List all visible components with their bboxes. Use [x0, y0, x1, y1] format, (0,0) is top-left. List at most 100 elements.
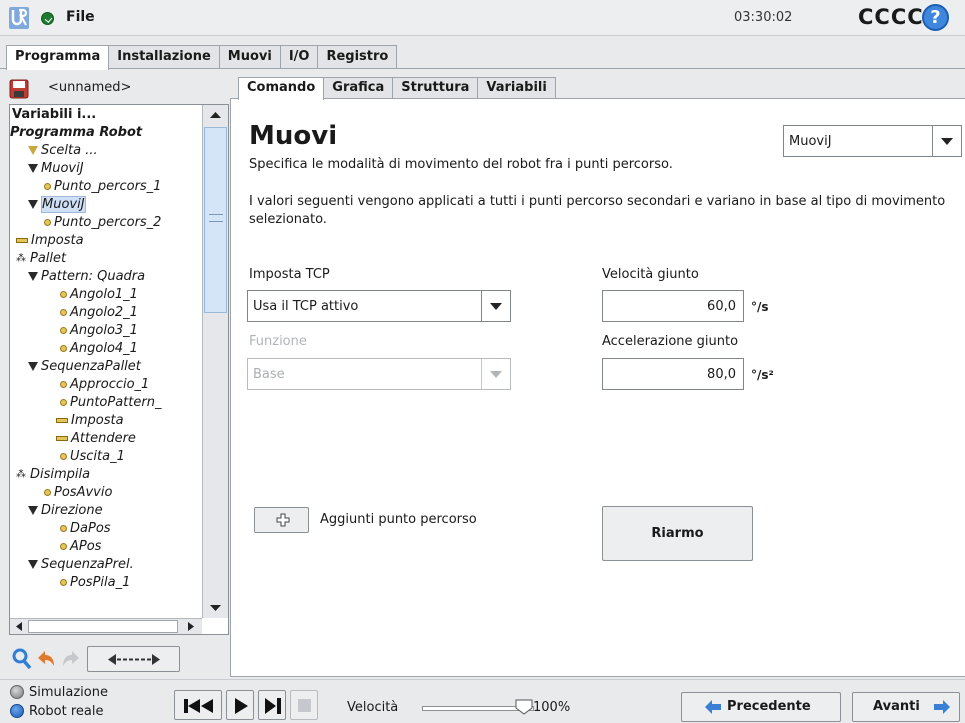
real-robot-label: Robot reale	[29, 704, 104, 719]
next-button[interactable]: Avanti	[852, 692, 960, 722]
waypoint-icon	[60, 291, 67, 298]
tcp-select[interactable]: Usa il TCP attivo	[247, 290, 511, 322]
joint-speed-field[interactable]: 60,0	[602, 290, 744, 322]
tree-node-imposta[interactable]: Imposta	[16, 232, 84, 250]
search-icon[interactable]	[11, 646, 33, 672]
tree-node-imposta-2[interactable]: Imposta	[56, 412, 124, 430]
simulation-radio-icon[interactable]	[10, 685, 24, 699]
scroll-thumb[interactable]	[204, 127, 227, 313]
scroll-up-icon[interactable]	[206, 108, 225, 122]
program-name: <unnamed>	[48, 80, 132, 95]
stop-button	[290, 690, 318, 720]
waypoint-icon	[60, 381, 67, 388]
add-waypoint-button[interactable]	[254, 507, 309, 533]
main-tabs: Programma Installazione Muovi I/O Regist…	[6, 45, 398, 70]
tree-node-uscita[interactable]: Uscita_1	[60, 448, 125, 466]
waypoint-icon	[44, 489, 51, 496]
set-icon	[56, 418, 68, 423]
tree-node-label: Uscita_1	[70, 449, 125, 464]
tab-comando[interactable]: Comando	[238, 77, 325, 100]
tree-node-label: PuntoPattern_	[70, 395, 162, 410]
program-tree[interactable]: Variabili i... Programma Robot Scelta ..…	[9, 104, 229, 635]
tree-node-label: APos	[70, 539, 102, 554]
tree-node-label: PosAvvio	[54, 485, 113, 500]
tree-node-robot-program[interactable]: Programma Robot	[10, 124, 142, 142]
speed-slider-knob[interactable]	[514, 699, 534, 715]
save-floppy-icon[interactable]	[9, 79, 29, 99]
joint-accel-field[interactable]: 80,0	[602, 358, 744, 390]
tree-vertical-scrollbar[interactable]	[202, 105, 228, 618]
tree-node-pattern[interactable]: Pattern: Quadra	[28, 268, 145, 286]
scroll-down-icon[interactable]	[206, 601, 225, 615]
chevron-down-icon[interactable]	[932, 126, 961, 156]
tab-struttura[interactable]: Struttura	[392, 77, 479, 99]
real-robot-radio-icon[interactable]	[10, 704, 24, 718]
scroll-left-icon[interactable]	[12, 621, 26, 632]
skip-start-icon	[184, 699, 213, 713]
tree-node-angolo3[interactable]: Angolo3_1	[60, 322, 138, 340]
tree-node-label: DaPos	[70, 521, 111, 536]
previous-button[interactable]: Precedente	[681, 692, 841, 722]
tree-node-pos-pila[interactable]: PosPila_1	[60, 574, 130, 592]
move-node-button[interactable]	[87, 646, 180, 672]
tree-node-label: Pallet	[30, 251, 67, 266]
help-icon[interactable]: ?	[922, 4, 949, 31]
status-ok-icon	[41, 12, 54, 25]
tree-node-angolo2[interactable]: Angolo2_1	[60, 304, 138, 322]
tree-node-angolo4[interactable]: Angolo4_1	[60, 340, 138, 358]
direction-triangle-icon	[28, 506, 38, 515]
tab-io[interactable]: I/O	[279, 45, 319, 69]
chevron-down-icon[interactable]	[481, 291, 510, 321]
tab-divider	[0, 68, 965, 69]
tree-node-muovij-1[interactable]: MuoviJ	[28, 160, 84, 178]
tab-programma[interactable]: Programma	[6, 45, 110, 70]
set-icon	[16, 238, 28, 243]
joint-accel-label: Accelerazione giunto	[602, 334, 739, 349]
add-waypoint-label: Aggiunti punto percorso	[320, 512, 477, 527]
redo-icon[interactable]	[60, 646, 82, 672]
tree-node-pos-avvio[interactable]: PosAvvio	[44, 484, 112, 502]
destack-icon: ⁂	[16, 468, 26, 480]
horizontal-scroll-thumb[interactable]	[28, 620, 178, 633]
tab-variabili[interactable]: Variabili	[477, 77, 556, 99]
tab-registro[interactable]: Registro	[317, 45, 398, 69]
tree-node-attendere[interactable]: Attendere	[56, 430, 136, 448]
pattern-triangle-icon	[28, 272, 38, 281]
tree-node-label: Punto_percors_1	[54, 179, 162, 194]
tree-node-pallet-sequence[interactable]: SequenzaPallet	[28, 358, 141, 376]
tree-node-variables[interactable]: Variabili i...	[12, 106, 96, 124]
tab-muovi[interactable]: Muovi	[218, 45, 281, 69]
step-button[interactable]	[258, 690, 286, 720]
tree-node-muovij-2[interactable]: MuoviJ	[28, 196, 86, 214]
sequence-triangle-icon	[28, 362, 38, 371]
tab-grafica[interactable]: Grafica	[323, 77, 394, 99]
tree-node-disimpila[interactable]: ⁂ Disimpila	[16, 466, 90, 484]
tree-node-direzione[interactable]: Direzione	[28, 502, 103, 520]
rewind-button[interactable]	[174, 690, 222, 720]
waypoint-icon	[44, 183, 51, 190]
tree-horizontal-scrollbar[interactable]	[10, 618, 202, 634]
tab-installazione[interactable]: Installazione	[108, 45, 220, 69]
tree-node-apos[interactable]: APos	[60, 538, 101, 556]
waypoint-icon	[60, 345, 67, 352]
undo-icon[interactable]	[35, 646, 57, 672]
move-type-select[interactable]: MuoviJ	[783, 125, 962, 157]
rearm-button[interactable]: Riarmo	[602, 506, 753, 561]
waypoint-icon	[60, 525, 67, 532]
tree-node-pallet[interactable]: ⁂ Pallet	[16, 250, 66, 268]
tree-node-waypoint-1[interactable]: Punto_percors_1	[44, 178, 161, 196]
tree-node-waypoint-2[interactable]: Punto_percors_2	[44, 214, 161, 232]
tree-node-pick-sequence[interactable]: SequenzaPrel.	[28, 556, 134, 574]
tree-node-pattern-point[interactable]: PuntoPattern_	[60, 394, 161, 412]
play-button[interactable]	[226, 690, 254, 720]
tree-node-dapos[interactable]: DaPos	[60, 520, 111, 538]
sub-tabs: Comando Grafica Struttura Variabili	[238, 77, 556, 100]
footer-bar: Simulazione Robot reale Velocità 100% Pr…	[0, 679, 965, 723]
tree-node-approccio[interactable]: Approccio_1	[60, 376, 149, 394]
tree-node-angolo1[interactable]: Angolo1_1	[60, 286, 138, 304]
file-menu[interactable]: File	[66, 9, 95, 25]
tcp-value: Usa il TCP attivo	[253, 299, 359, 314]
move-info: I valori seguenti vengono applicati a tu…	[249, 194, 946, 227]
scroll-right-icon[interactable]	[184, 621, 198, 632]
tree-node-scelta[interactable]: Scelta ...	[28, 142, 98, 160]
